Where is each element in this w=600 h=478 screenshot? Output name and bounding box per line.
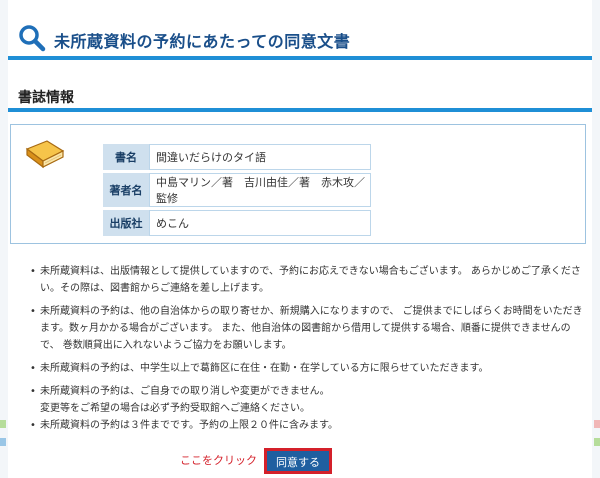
bibliographic-table: 書名 間違いだらけのタイ語 著者名 中島マリン／著 吉川由佳／著 赤木攻／監修 … (103, 141, 371, 239)
section-divider (8, 108, 592, 112)
page-margin-left (0, 0, 8, 478)
book-icon (23, 137, 67, 171)
field-label-publisher: 出版社 (103, 210, 149, 236)
search-icon (18, 24, 46, 52)
consent-footer: ここをクリック 同意する (8, 448, 592, 476)
edge-marker-right-1 (594, 420, 600, 428)
section-title: 書誌情報 (18, 90, 74, 106)
note-text: 未所蔵資料の予約は、ご自身での取り消しや変更ができません。 (40, 386, 330, 397)
list-item: 未所蔵資料の予約は３件までです。予約の上限２０件に含みます。 (30, 417, 590, 434)
consent-card: 未所蔵資料の予約にあたっての同意文書 書誌情報 書名 間違いだらけのタイ語 著者… (8, 0, 592, 478)
bibliographic-info-panel: 書名 間違いだらけのタイ語 著者名 中島マリン／著 吉川由佳／著 赤木攻／監修 … (10, 124, 586, 244)
edge-marker-left-2 (0, 438, 6, 446)
note-text: 未所蔵資料の予約は、他の自治体からの取り寄せか、新規購入になりますので、 ご提供… (40, 306, 583, 351)
click-here-prompt: ここをクリック (180, 454, 257, 467)
title-divider (8, 56, 592, 60)
table-row: 書名 間違いだらけのタイ語 (103, 144, 371, 170)
field-label-title: 書名 (103, 144, 149, 170)
page-header: 未所蔵資料の予約にあたっての同意文書 (8, 14, 592, 62)
list-item: 未所蔵資料の予約は、中学生以上で葛飾区に在住・在勤・在学している方に限らせていた… (30, 360, 590, 377)
list-item: 未所蔵資料は、出版情報として提供していますので、予約にお応えできない場合もござい… (30, 263, 590, 297)
table-row: 著者名 中島マリン／著 吉川由佳／著 赤木攻／監修 (103, 173, 371, 207)
edge-marker-left-1 (0, 420, 6, 428)
page-margin-right (592, 0, 600, 478)
agree-button[interactable]: 同意する (264, 448, 332, 474)
field-label-author: 著者名 (103, 173, 149, 207)
field-value-publisher: めこん (149, 210, 371, 236)
page-title: 未所蔵資料の予約にあたっての同意文書 (54, 32, 351, 51)
consent-notes-list: 未所蔵資料は、出版情報として提供していますので、予約にお応えできない場合もござい… (30, 263, 590, 440)
note-text: 未所蔵資料の予約は、中学生以上で葛飾区に在住・在勤・在学している方に限らせていた… (40, 363, 489, 374)
agree-button-label: 同意する (276, 455, 320, 469)
edge-marker-right-2 (594, 438, 600, 446)
field-value-title: 間違いだらけのタイ語 (149, 144, 371, 170)
note-text: 未所蔵資料の予約は３件までです。予約の上限２０件に含みます。 (40, 420, 338, 431)
list-item: 未所蔵資料の予約は、他の自治体からの取り寄せか、新規購入になりますので、 ご提供… (30, 303, 590, 354)
field-value-author: 中島マリン／著 吉川由佳／著 赤木攻／監修 (149, 173, 371, 207)
note-text: 変更等をご希望の場合は必ず予約受取館へご連絡ください。 (40, 403, 310, 414)
table-row: 出版社 めこん (103, 210, 371, 236)
note-text: 未所蔵資料は、出版情報として提供していますので、予約にお応えできない場合もござい… (40, 266, 581, 294)
list-item: 未所蔵資料の予約は、ご自身での取り消しや変更ができません。 変更等をご希望の場合… (30, 383, 590, 417)
